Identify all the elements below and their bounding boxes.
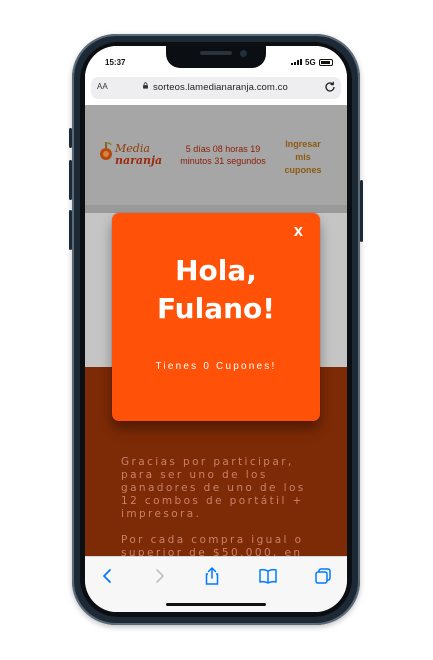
url-text[interactable]: sorteos.lamedianaranja.com.co bbox=[153, 82, 288, 93]
side-button-volume-down bbox=[69, 210, 72, 250]
site-logo[interactable]: Media naranja bbox=[99, 137, 163, 171]
greeting-modal: X Hola, Fulano! Tienes 0 Cupones! bbox=[112, 213, 320, 421]
address-bar[interactable]: AA sorteos.lamedianaranja.com.co bbox=[91, 77, 341, 99]
phone-screen: 15:37 5G AA sorteos.lamedianaranja.com.c… bbox=[85, 46, 347, 612]
greeting-line-name: Fulano! bbox=[156, 292, 276, 325]
signal-icon bbox=[291, 59, 302, 65]
paragraph-participation: Gracias por participar, para ser uno de … bbox=[121, 456, 306, 520]
home-indicator[interactable] bbox=[166, 603, 266, 606]
greeting-line-hola: Hola, bbox=[175, 254, 257, 287]
reload-icon[interactable] bbox=[323, 80, 337, 94]
login-coupons-link[interactable]: Ingresar mis cupones bbox=[279, 138, 327, 177]
status-time: 15:37 bbox=[105, 58, 126, 67]
bookmarks-icon[interactable] bbox=[258, 566, 278, 586]
notch bbox=[166, 46, 266, 68]
tabs-icon[interactable] bbox=[313, 566, 333, 586]
logo-text-naranja: naranja bbox=[115, 154, 163, 167]
logo-mark-icon bbox=[100, 142, 112, 160]
share-icon[interactable] bbox=[202, 566, 222, 586]
header-divider bbox=[85, 205, 347, 213]
site-header: Media naranja 5 días 08 horas 19 minutos… bbox=[85, 105, 347, 205]
speaker-grille bbox=[200, 51, 232, 55]
forward-icon[interactable] bbox=[149, 566, 169, 586]
battery-icon bbox=[319, 59, 333, 66]
close-modal-button[interactable]: X bbox=[294, 225, 303, 239]
front-camera bbox=[240, 50, 247, 57]
back-icon[interactable] bbox=[98, 566, 118, 586]
text-size-button[interactable]: AA bbox=[97, 82, 108, 91]
side-button-power bbox=[360, 180, 363, 242]
side-button-volume-up bbox=[69, 160, 72, 200]
modal-greeting: Hola, Fulano! bbox=[112, 252, 320, 328]
coupon-count-text: Tienes 0 Cupones! bbox=[155, 361, 277, 372]
side-button-mute bbox=[69, 128, 72, 148]
lock-icon bbox=[143, 82, 148, 89]
network-label: 5G bbox=[305, 58, 316, 67]
countdown-timer: 5 días 08 horas 19 minutos 31 segundos bbox=[180, 144, 266, 166]
